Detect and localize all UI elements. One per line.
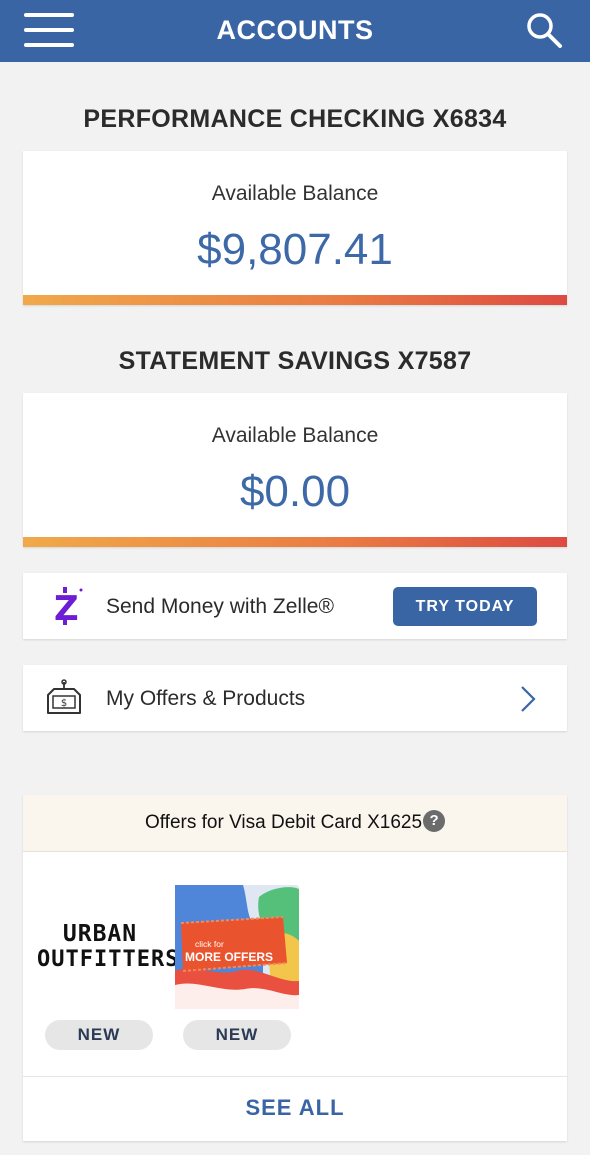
balance-label: Available Balance bbox=[211, 182, 379, 205]
balance-label: Available Balance bbox=[211, 424, 379, 447]
promo-line2: MORE OFFERS bbox=[185, 950, 273, 964]
offers-products-label: My Offers & Products bbox=[106, 687, 306, 710]
chevron-right-icon[interactable] bbox=[520, 685, 536, 713]
zelle-label: Send Money with Zelle® bbox=[106, 595, 334, 618]
new-badge: NEW bbox=[183, 1020, 291, 1050]
see-all-button[interactable]: SEE ALL bbox=[23, 1095, 567, 1121]
svg-text:click for: click for bbox=[195, 939, 224, 949]
top-app-bar: ACCOUNTS bbox=[0, 0, 590, 62]
price-tag-icon: $ bbox=[47, 679, 81, 714]
help-icon[interactable]: ? bbox=[423, 810, 446, 832]
savings-balance-card[interactable]: Available Balance $0.00 bbox=[23, 393, 567, 547]
balance-amount: $0.00 bbox=[239, 467, 351, 516]
divider bbox=[23, 1076, 567, 1077]
search-icon[interactable] bbox=[524, 10, 564, 50]
new-badge: NEW bbox=[45, 1020, 153, 1050]
urban-outfitters-logo[interactable]: URBAN OUTFITTERS bbox=[37, 921, 178, 973]
checking-account-title[interactable]: PERFORMANCE CHECKING X6834 bbox=[0, 105, 590, 134]
svg-text:$: $ bbox=[61, 698, 67, 709]
offers-header-title: Offers for Visa Debit Card X1625 bbox=[144, 812, 423, 834]
offers-header: Offers for Visa Debit Card X1625? bbox=[23, 795, 567, 852]
savings-account-title[interactable]: STATEMENT SAVINGS X7587 bbox=[0, 347, 590, 376]
checking-balance-card[interactable]: Available Balance $9,807.41 bbox=[23, 151, 567, 305]
balance-amount: $9,807.41 bbox=[197, 225, 393, 274]
page-title: ACCOUNTS bbox=[216, 15, 374, 45]
card-offers-panel: Offers for Visa Debit Card X1625? URBAN … bbox=[23, 795, 567, 1141]
try-today-button[interactable]: TRY TODAY bbox=[393, 587, 537, 626]
accent-bar bbox=[23, 537, 567, 547]
promo-line1: click for bbox=[195, 939, 224, 949]
more-offers-tile[interactable]: click for MORE OFFERS bbox=[175, 885, 299, 1009]
accent-bar bbox=[23, 295, 567, 305]
offers-products-row[interactable]: $ My Offers & Products bbox=[23, 665, 567, 731]
zelle-row[interactable]: Z Send Money with Zelle® TRY TODAY bbox=[23, 573, 567, 639]
zelle-icon: Z bbox=[54, 587, 83, 626]
svg-text:MORE OFFERS: MORE OFFERS bbox=[185, 950, 273, 964]
